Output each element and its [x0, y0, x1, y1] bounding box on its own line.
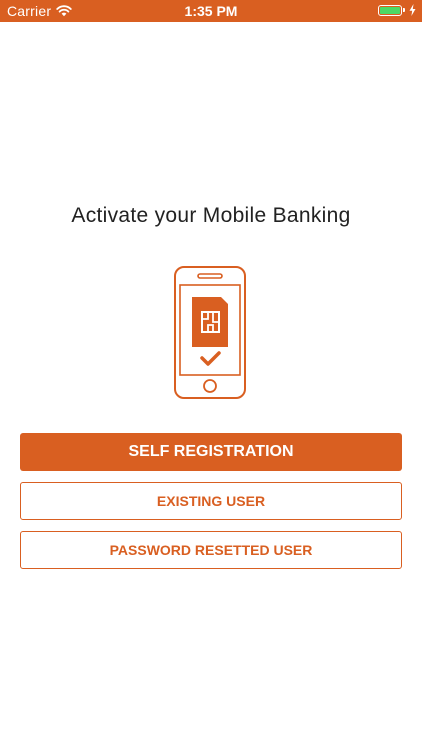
- existing-user-label: EXISTING USER: [156, 493, 266, 509]
- password-resetted-user-label: PASSWORD RESETTED USER: [109, 542, 313, 558]
- self-registration-label: SELF REGISTRATION: [128, 443, 294, 460]
- password-resetted-user-button[interactable]: PASSWORD RESETTED USER: [20, 531, 402, 569]
- status-right-group: [378, 4, 416, 16]
- battery-level-fill: [380, 6, 400, 14]
- status-time: 1:35 PM: [184, 3, 238, 19]
- battery-icon: [378, 4, 402, 16]
- self-registration-button[interactable]: SELF REGISTRATION: [20, 433, 402, 471]
- bolt-icon: [409, 4, 416, 16]
- phone-sim-check-icon: [174, 266, 246, 399]
- battery-tip: [403, 8, 405, 12]
- existing-user-button[interactable]: EXISTING USER: [20, 482, 402, 520]
- page-title: Activate your Mobile Banking: [71, 204, 351, 227]
- status-bar: Carrier 1:35 PM: [0, 0, 422, 22]
